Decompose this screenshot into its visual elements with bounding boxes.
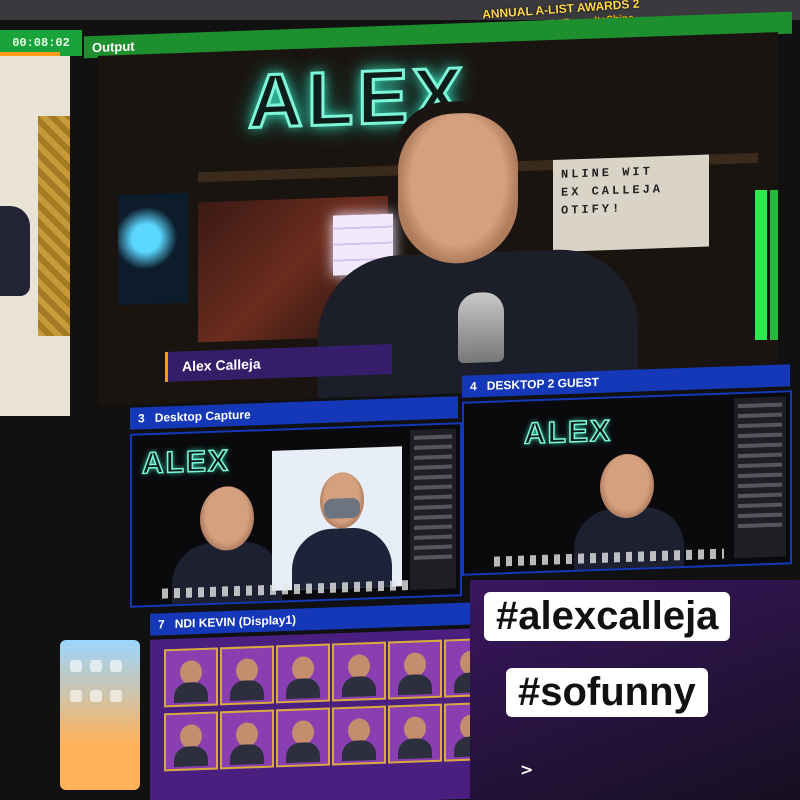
host-face [398, 111, 518, 266]
hashtag-sticker: #alexcalleja [484, 592, 731, 641]
wall-letter-board: NLINE WIT EX CALLEJA OTIFY! [553, 154, 709, 252]
panel-title: Desktop Capture [154, 407, 251, 425]
left-preview-feed[interactable] [0, 56, 70, 416]
wall-letter-text: NLINE WIT EX CALLEJA OTIFY! [561, 164, 664, 218]
chat-sidebar[interactable] [734, 396, 786, 559]
panel-title: NDI KEVIN (Display1) [174, 612, 297, 631]
gallery-grid [164, 637, 484, 772]
panel-ndi-kevin[interactable] [150, 628, 484, 800]
preview-person [0, 206, 30, 296]
chat-sidebar[interactable] [410, 428, 456, 591]
timer-accent [0, 52, 60, 56]
gallery-tile [164, 711, 218, 772]
gallery-tile [388, 639, 442, 700]
gallery-tile [220, 709, 274, 770]
play-arrow-icon: > [520, 760, 534, 779]
panel-neon-sign: ALEX [141, 444, 231, 482]
panel-number: 7 [158, 617, 165, 632]
panel-number: 3 [138, 411, 145, 426]
background-lights [118, 192, 188, 306]
gallery-tile [388, 703, 442, 764]
panel-neon-sign: ALEX [523, 414, 613, 452]
microphone [458, 291, 504, 364]
panel-desktop-2-guest[interactable]: ALEX [462, 390, 792, 576]
gallery-tile [332, 641, 386, 702]
hashtag-sticker: #sofunny [506, 668, 708, 717]
panel-title: DESKTOP 2 GUEST [486, 374, 599, 393]
gallery-tile [276, 643, 330, 704]
stream-monitor-screen: ANNUAL A-LIST AWARDS 2 #...wards2020 #Fo… [0, 0, 800, 800]
audio-meter-right [770, 190, 778, 340]
tablet-preview [60, 640, 140, 790]
face-mask [324, 497, 360, 520]
acoustic-foam [38, 116, 70, 336]
gallery-tile [332, 705, 386, 766]
gallery-tile [220, 645, 274, 706]
gallery-tile [276, 707, 330, 768]
panel-desktop-capture[interactable]: ALEX [130, 422, 462, 608]
panel-number: 4 [470, 379, 477, 394]
audio-meter-left [755, 190, 767, 340]
gallery-tile [164, 647, 218, 708]
